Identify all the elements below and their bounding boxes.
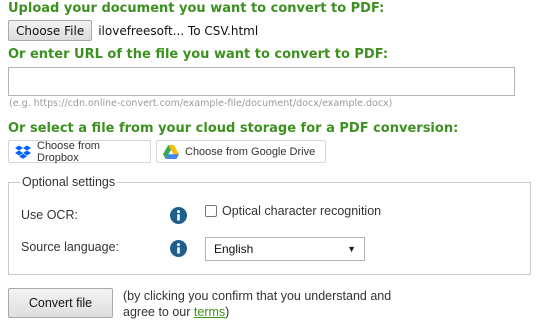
info-icon[interactable] bbox=[170, 240, 187, 257]
dropbox-icon bbox=[15, 145, 31, 159]
dropdown-caret-icon: ▼ bbox=[347, 244, 356, 254]
ocr-checkbox[interactable] bbox=[205, 205, 217, 217]
confirm-line-1: (by clicking you confirm that you unders… bbox=[123, 289, 392, 303]
ocr-label: Use OCR: bbox=[21, 208, 78, 222]
terms-link[interactable]: terms bbox=[194, 305, 225, 319]
source-language-select[interactable]: English ▼ bbox=[205, 237, 365, 261]
optional-settings-legend: Optional settings bbox=[20, 175, 118, 189]
confirm-line-2-prefix: agree to our bbox=[123, 305, 194, 319]
google-drive-button-label: Choose from Google Drive bbox=[185, 145, 316, 158]
url-input[interactable] bbox=[8, 67, 515, 96]
source-language-value: English bbox=[214, 242, 254, 256]
dropbox-button-label: Choose from Dropbox bbox=[37, 139, 100, 164]
google-drive-icon bbox=[163, 144, 179, 159]
selected-file-name: ilovefreesoft... To CSV.html bbox=[98, 23, 259, 38]
convert-file-button[interactable]: Convert file bbox=[8, 288, 113, 318]
google-drive-button[interactable]: Choose from Google Drive bbox=[156, 140, 326, 163]
url-example-hint: (e.g. https://cdn.online-convert.com/exa… bbox=[9, 98, 393, 109]
optional-settings-panel bbox=[8, 182, 531, 275]
confirm-line-2-suffix: ) bbox=[225, 305, 230, 319]
cloud-heading: Or select a file from your cloud storage… bbox=[8, 121, 459, 136]
ocr-checkbox-label[interactable]: Optical character recognition bbox=[222, 204, 381, 218]
upload-heading: Upload your document you want to convert… bbox=[8, 1, 385, 16]
source-language-label: Source language: bbox=[21, 240, 119, 254]
terms-confirmation-text: (by clicking you confirm that you unders… bbox=[123, 288, 443, 320]
confirm-line-2: agree to our terms) bbox=[123, 304, 443, 320]
choose-file-button[interactable]: Choose File bbox=[8, 20, 93, 41]
dropbox-button[interactable]: Choose from Dropbox bbox=[8, 139, 151, 164]
info-icon[interactable] bbox=[170, 207, 187, 224]
url-heading: Or enter URL of the file you want to con… bbox=[8, 47, 389, 62]
file-upload-row: Choose File ilovefreesoft... To CSV.html bbox=[8, 20, 258, 41]
